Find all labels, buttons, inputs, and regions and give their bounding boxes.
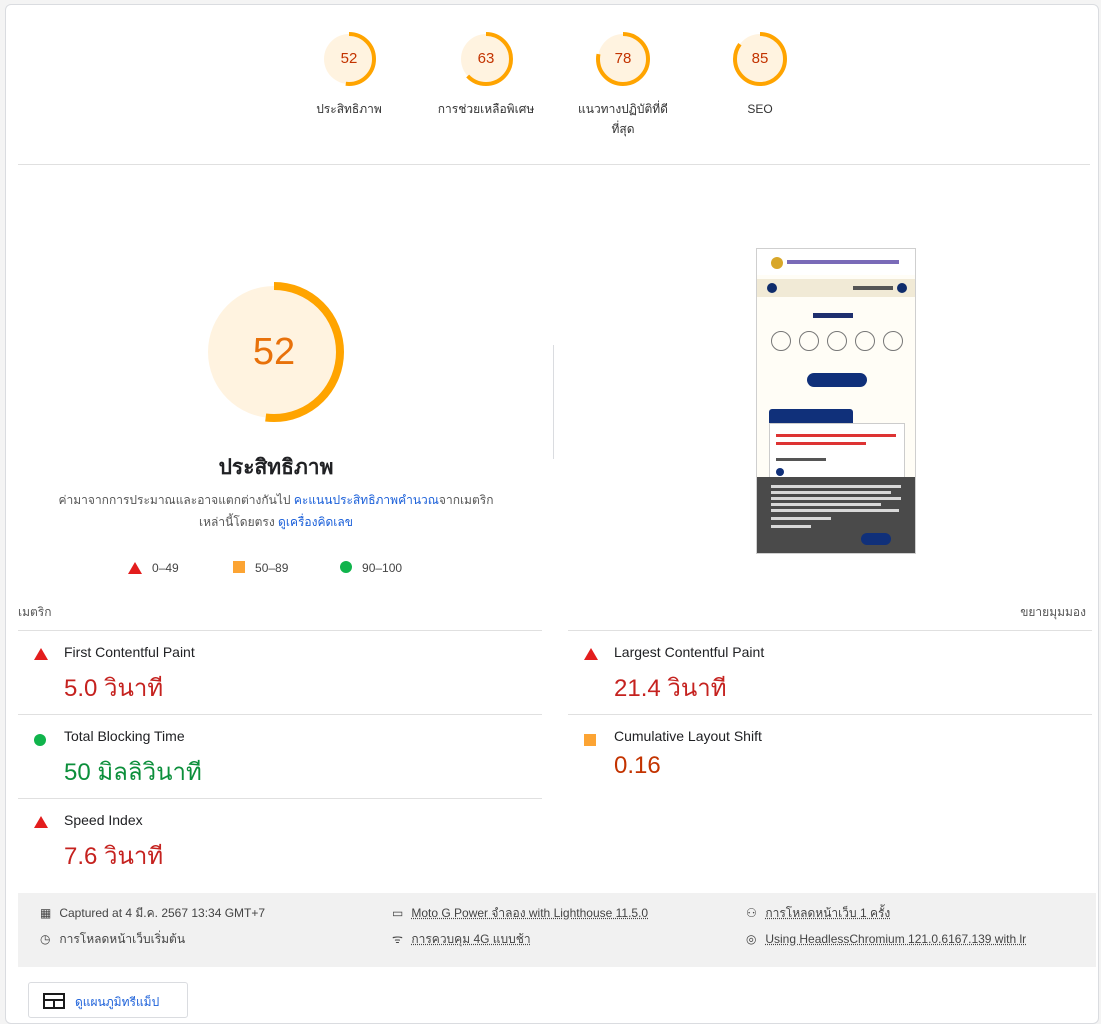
square-icon: [233, 561, 245, 573]
gauge-performance[interactable]: 52 ประสิทธิภาพ: [284, 31, 414, 119]
page-loads[interactable]: ⚇ การโหลดหน้าเว็บ 1 ครั้ง: [746, 903, 890, 923]
gauge-label: แนวทางปฏิบัติที่ดีที่สุด: [578, 102, 668, 136]
final-screenshot[interactable]: [756, 248, 916, 554]
performance-gauge: 52: [203, 281, 345, 423]
metric-tbt: Total Blocking Time 50 มิลลิวินาที: [18, 714, 542, 798]
thumb-circle-icon: [827, 331, 847, 351]
thumb-section-title: [813, 313, 853, 318]
facebook-icon: [767, 283, 777, 293]
calculator-link[interactable]: ดูเครื่องคิดเลข: [278, 515, 353, 529]
thumb-nav-text: [853, 286, 893, 290]
gauge-ring: 85: [732, 31, 788, 87]
legend-range: 90–100: [362, 561, 403, 575]
thumb-accept-button: [861, 533, 891, 545]
legend-average: 50–89: [233, 558, 288, 578]
legend-range: 0–49: [152, 561, 179, 575]
device-icon: ▭: [392, 906, 404, 920]
initial-load: ◷ การโหลดหน้าเว็บเริ่มต้น: [40, 929, 185, 949]
section-divider: [18, 164, 1090, 165]
metric-name: Cumulative Layout Shift: [614, 728, 762, 744]
performance-score-link[interactable]: คะแนนประสิทธิภาพคำนวณ: [294, 493, 439, 507]
performance-score: 52: [252, 331, 296, 373]
thumb-circle-icon: [799, 331, 819, 351]
category-gauges: 52 ประสิทธิภาพ 63 การช่วยเหลือพิเศษ 78 แ…: [6, 5, 1098, 165]
thumb-icons: [771, 331, 905, 361]
metric-value: 0.16: [614, 752, 661, 779]
calendar-icon: ▦: [40, 906, 52, 920]
metric-si: Speed Index 7.6 วินาที: [18, 798, 542, 882]
gauge-accessibility[interactable]: 63 การช่วยเหลือพิเศษ: [421, 31, 551, 119]
metric-name: Speed Index: [64, 812, 143, 828]
gauge-seo[interactable]: 85 SEO: [695, 31, 825, 119]
gauge-score: 78: [614, 50, 632, 67]
performance-description: ค่ามาจากการประมาณและอาจแตกต่างกันไป คะแน…: [46, 489, 506, 533]
metric-name: First Contentful Paint: [64, 644, 195, 660]
metric-fcp: First Contentful Paint 5.0 วินาที: [18, 630, 542, 714]
wifi-icon: ᯤ: [392, 932, 403, 946]
gauge-ring: 63: [458, 31, 514, 87]
thumb-circle-icon: [771, 331, 791, 351]
chrome-icon: ◎: [746, 932, 757, 946]
nodes-icon: ⚇: [746, 906, 757, 920]
thumb-form: [769, 423, 905, 483]
gauge-score: 52: [340, 50, 358, 67]
gauge-label: SEO: [747, 102, 773, 116]
circle-icon: [340, 561, 352, 573]
performance-title: ประสิทธิภาพ: [218, 456, 334, 479]
logo-icon: [771, 257, 783, 269]
thumb-circle-icon: [883, 331, 903, 351]
fail-triangle-icon: [584, 648, 598, 660]
view-treemap-button[interactable]: ดูแผนภูมิทรีแม็ป: [28, 982, 188, 1018]
thumb-title: [787, 260, 899, 264]
vertical-divider: [553, 345, 554, 459]
metric-value: 21.4 วินาที: [614, 675, 727, 702]
fail-triangle-icon: [34, 816, 48, 828]
thumb-cookie-banner: [757, 477, 915, 553]
triangle-icon: [128, 562, 142, 574]
gauge-ring: 52: [321, 31, 377, 87]
thumb-button: [807, 373, 867, 387]
captured-at: ▦ Captured at 4 มี.ค. 2567 13:34 GMT+7: [40, 903, 265, 923]
stopwatch-icon: ◷: [40, 932, 51, 946]
thumb-header: [757, 249, 915, 275]
legend-fail: 0–49: [128, 558, 179, 578]
thumb-tab: [769, 409, 853, 423]
network-throttling[interactable]: ᯤ การควบคุม 4G แบบช้า: [392, 929, 531, 949]
gauge-best-practices[interactable]: 78 แนวทางปฏิบัติที่ดีที่สุด: [558, 31, 688, 139]
desc-text: ค่ามาจากการประมาณและอาจแตกต่างกันไป: [58, 493, 294, 507]
gauge-score: 63: [477, 50, 495, 67]
legend-range: 50–89: [255, 561, 289, 575]
gauge-label: การช่วยเหลือพิเศษ: [437, 102, 535, 116]
metric-value: 7.6 วินาที: [64, 843, 164, 870]
metrics-heading: เมตริก: [18, 605, 52, 619]
pass-circle-icon: [34, 734, 46, 746]
search-icon: [897, 283, 907, 293]
browser-info[interactable]: ◎ Using HeadlessChromium 121.0.6167.139 …: [746, 929, 1076, 949]
legend-pass: 90–100: [340, 558, 402, 578]
metric-value: 50 มิลลิวินาที: [64, 759, 202, 786]
runtime-settings: ▦ Captured at 4 มี.ค. 2567 13:34 GMT+7 ◷…: [18, 893, 1096, 967]
emulated-device[interactable]: ▭ Moto G Power จำลอง with Lighthouse 11.…: [392, 903, 648, 923]
treemap-icon: [43, 993, 65, 1009]
lighthouse-report-card: 52 ประสิทธิภาพ 63 การช่วยเหลือพิเศษ 78 แ…: [5, 4, 1099, 1024]
score-legend: 0–49 50–89 90–100: [128, 558, 448, 578]
gauge-label: ประสิทธิภาพ: [316, 102, 382, 116]
metric-value: 5.0 วินาที: [64, 675, 164, 702]
metric-cls: Cumulative Layout Shift 0.16: [568, 714, 1092, 798]
gauge-ring: 78: [595, 31, 651, 87]
fail-triangle-icon: [34, 648, 48, 660]
gauge-score: 85: [751, 50, 769, 67]
metric-name: Largest Contentful Paint: [614, 644, 765, 660]
thumb-nav: [757, 279, 915, 297]
average-square-icon: [584, 734, 596, 746]
treemap-button-label: ดูแผนภูมิทรีแม็ป: [75, 995, 160, 1009]
metric-lcp: Largest Contentful Paint 21.4 วินาที: [568, 630, 1092, 714]
metric-name: Total Blocking Time: [64, 728, 185, 744]
thumb-circle-icon: [855, 331, 875, 351]
expand-view-toggle[interactable]: ขยายมุมมอง: [1020, 603, 1086, 622]
